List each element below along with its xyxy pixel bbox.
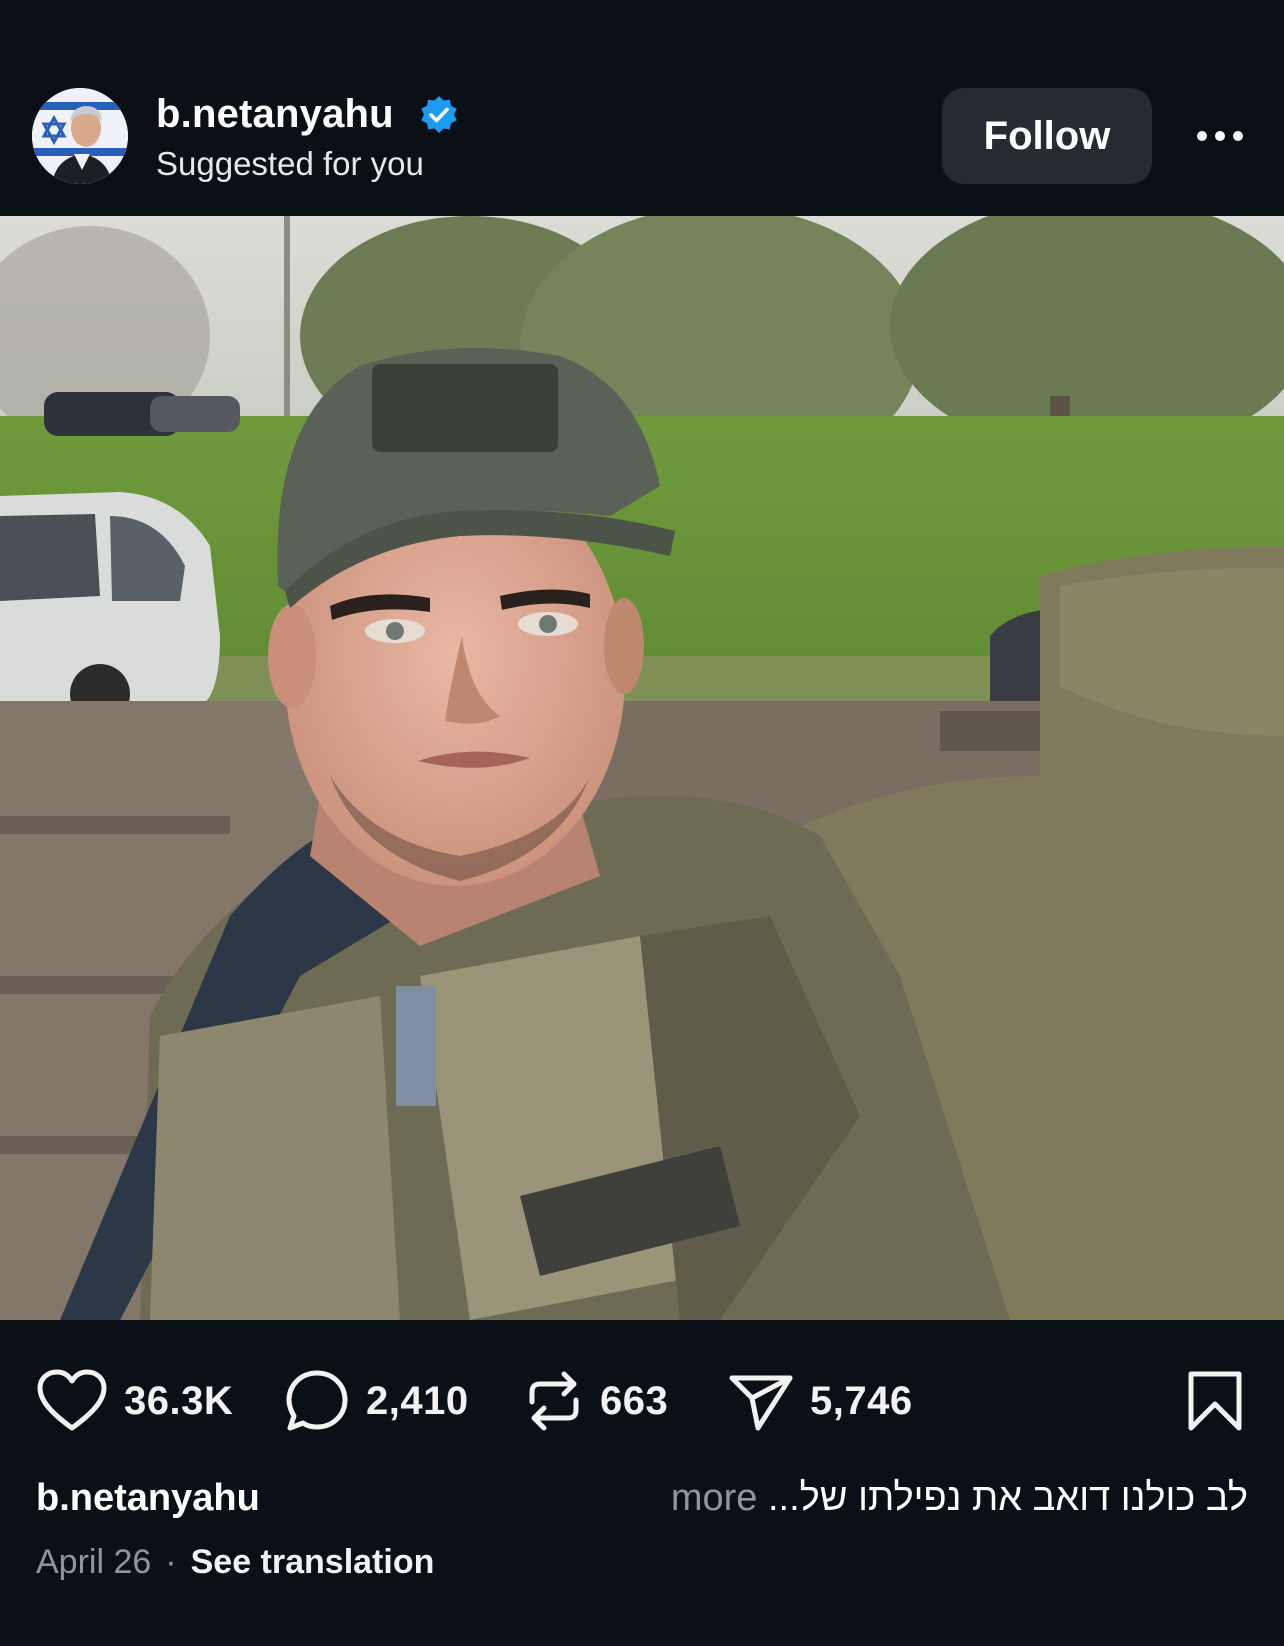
repost-count: 663 xyxy=(600,1378,669,1423)
action-bar: 36.3K 2,410 663 5,746 xyxy=(0,1362,1284,1440)
like-count: 36.3K xyxy=(124,1378,234,1423)
comment-button[interactable]: 2,410 xyxy=(284,1362,469,1440)
comment-icon xyxy=(286,1370,348,1431)
save-button[interactable] xyxy=(1180,1366,1250,1436)
like-button[interactable]: 36.3K xyxy=(36,1362,233,1440)
post-meta: April 26 · See translation xyxy=(36,1538,434,1586)
suggested-label: Suggested for you xyxy=(156,145,424,182)
ellipsis-icon xyxy=(1197,131,1243,141)
heart-icon xyxy=(37,1369,107,1431)
avatar[interactable] xyxy=(32,88,128,184)
post-header: b.netanyahu Suggested for you Follow xyxy=(0,86,1284,186)
avatar-image xyxy=(32,88,128,184)
verified-badge-icon xyxy=(421,96,457,133)
share-count: 5,746 xyxy=(810,1378,913,1423)
share-button[interactable]: 5,746 xyxy=(728,1362,913,1440)
send-icon xyxy=(729,1375,793,1431)
post-photo xyxy=(0,216,1284,1320)
follow-button[interactable]: Follow xyxy=(942,88,1152,184)
caption-body: לב כולנו דואב את נפילתו של... xyxy=(767,1477,1248,1519)
repost-icon xyxy=(529,1371,579,1431)
more-link[interactable]: more xyxy=(671,1477,758,1519)
post-date: April 26 xyxy=(36,1543,152,1581)
post-image[interactable] xyxy=(0,216,1284,1320)
caption-text[interactable]: more לב כולנו דואב את נפילתו של... xyxy=(671,1472,1248,1524)
caption-username[interactable]: b.netanyahu xyxy=(36,1472,260,1524)
author-username[interactable]: b.netanyahu xyxy=(156,90,394,138)
caption-row: b.netanyahu more לב כולנו דואב את נפילתו… xyxy=(0,1472,1284,1524)
bookmark-icon xyxy=(1188,1371,1242,1431)
see-translation-link[interactable]: See translation xyxy=(191,1543,435,1581)
separator-dot: · xyxy=(165,1543,177,1581)
repost-button[interactable]: 663 xyxy=(524,1362,668,1440)
comment-count: 2,410 xyxy=(366,1378,469,1423)
more-options-button[interactable] xyxy=(1190,110,1250,162)
